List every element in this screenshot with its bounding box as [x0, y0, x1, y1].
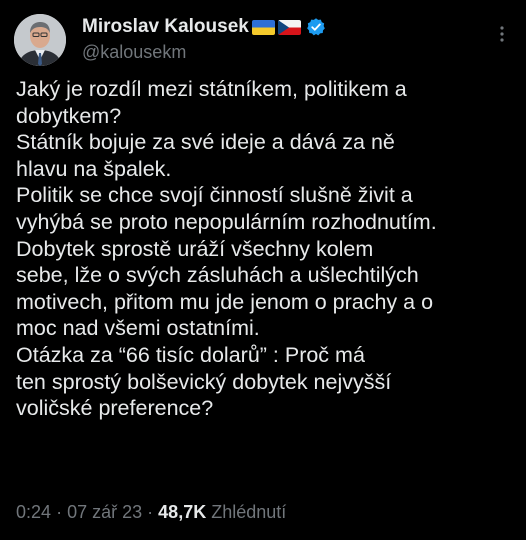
post-text-line: Dobytek sprostě uráží všechny kolem: [16, 236, 374, 261]
views-label: Zhlédnutí: [211, 502, 287, 522]
post-text-line: motivech, přitom mu jde jenom o prachy a…: [16, 289, 434, 314]
meta-separator: ·: [56, 502, 63, 522]
avatar-image: [14, 14, 66, 66]
more-vertical-icon[interactable]: [492, 24, 512, 44]
post-text-line: ten sprostý bolševický dobytek nejvyšší: [16, 369, 392, 394]
author-names: Miroslav Kalousek @kalousekm: [82, 15, 326, 63]
post-text-line: Otázka za “66 tisíc dolarů” : Proč má: [16, 342, 365, 367]
verified-badge-icon[interactable]: [306, 17, 326, 37]
post-text-line: Státník bojuje za své ideje a dává za ně: [16, 130, 395, 155]
post-text-line: Jaký je rozdíl mezi státníkem, politikem…: [16, 77, 407, 101]
post-text-line: hlavu na špalek.: [16, 156, 172, 181]
meta-separator: ·: [147, 502, 154, 522]
display-name[interactable]: Miroslav Kalousek: [82, 16, 249, 38]
post-text-line: moc nad všemi ostatními.: [16, 316, 260, 341]
post-text-line: voličské preference?: [16, 396, 214, 421]
czech-flag-icon: [277, 19, 301, 35]
post-date[interactable]: 07 zář 23: [67, 502, 142, 522]
post-meta: 0:24 · 07 zář 23 · 48,7K Zhlédnutí: [16, 502, 286, 523]
post-text-line: sebe, lže o svých zásluhách a ušlechtilý…: [16, 263, 419, 288]
post-text-line: Politik se chce svojí činností slušně ži…: [16, 183, 413, 208]
post-time[interactable]: 0:24: [16, 502, 51, 522]
display-name-row: Miroslav Kalousek: [82, 15, 326, 39]
avatar[interactable]: [14, 14, 66, 66]
post-text-line: dobytkem?: [16, 103, 122, 128]
author-handle[interactable]: @kalousekm: [82, 42, 326, 63]
views-count[interactable]: 48,7K: [158, 502, 206, 522]
post-text: Jaký je rozdíl mezi státníkem, politikem…: [16, 76, 516, 422]
ukraine-flag-icon: [251, 19, 275, 35]
post-header: Miroslav Kalousek @kalousekm: [14, 14, 514, 66]
post-text-line: vyhýbá se proto nepopulárním rozhodnutím…: [16, 209, 437, 234]
